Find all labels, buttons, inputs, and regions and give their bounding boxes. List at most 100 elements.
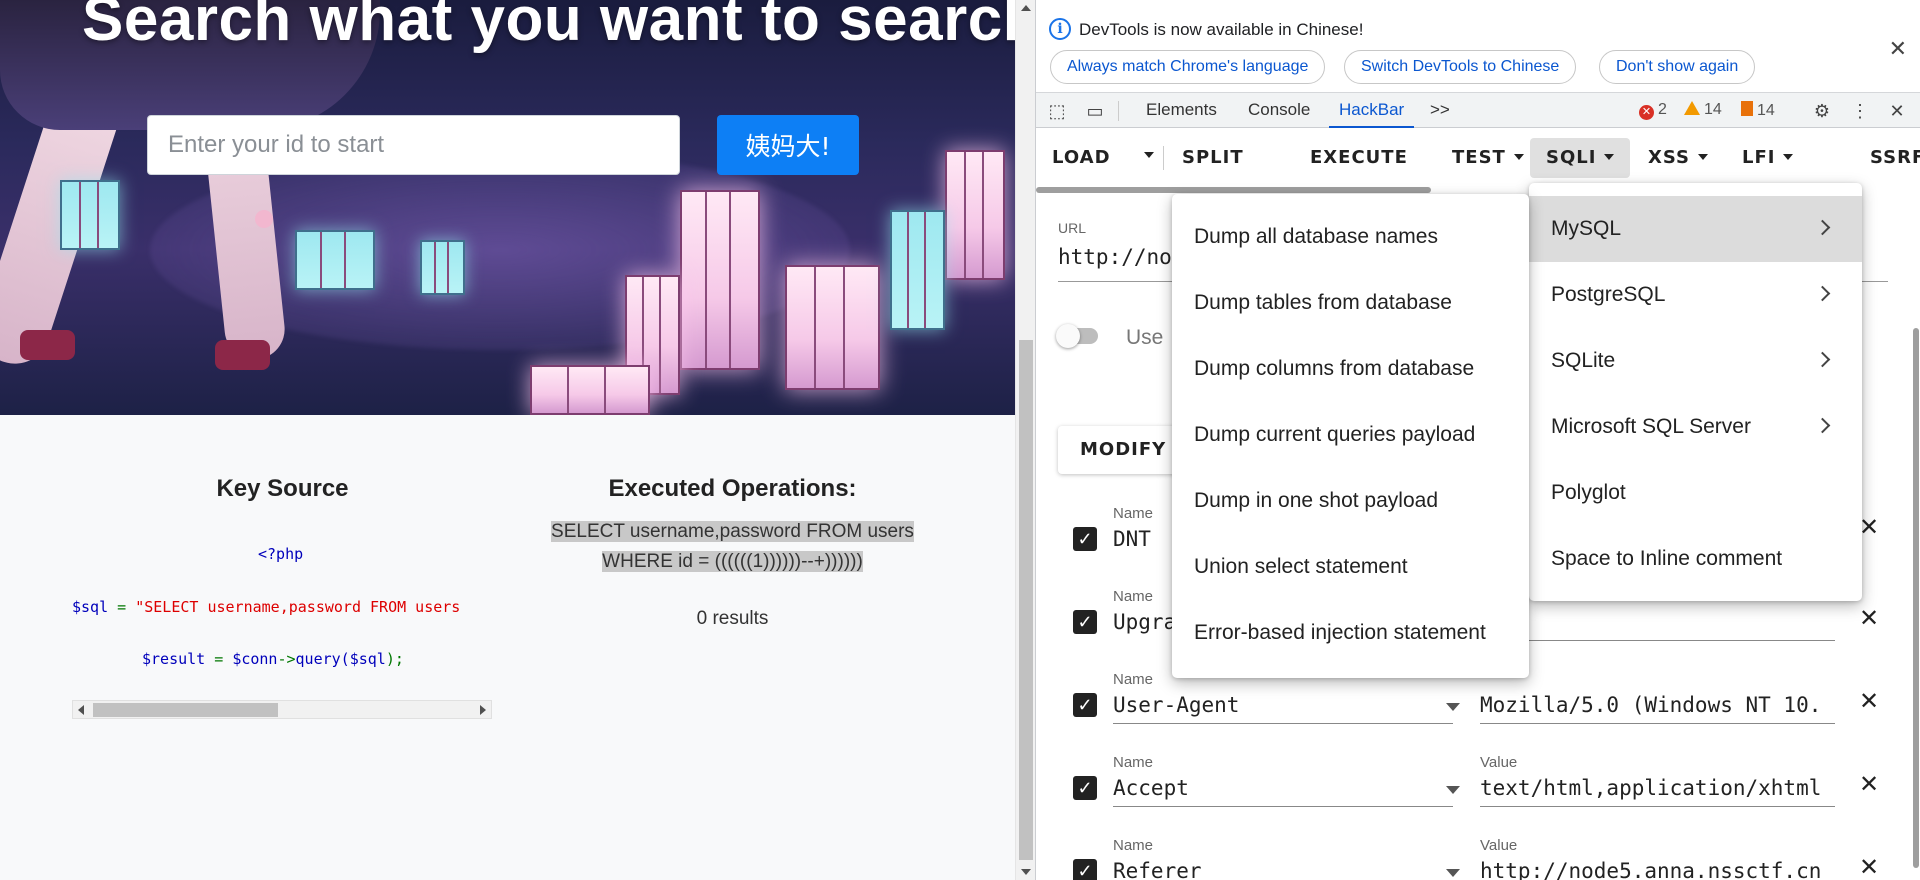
- kebab-menu-icon[interactable]: ⋮: [1849, 100, 1871, 122]
- menu-item-dump-database-names[interactable]: Dump all database names: [1172, 204, 1529, 270]
- menu-item-dump-one-shot[interactable]: Dump in one shot payload: [1172, 468, 1529, 534]
- header-row: ✓ Name Referer Value http://node5.anna.n…: [1036, 825, 1920, 880]
- gear-icon[interactable]: ⚙: [1811, 100, 1833, 122]
- switch-to-chinese-button[interactable]: Switch DevTools to Chinese: [1344, 50, 1577, 84]
- issue-icon: [1741, 101, 1753, 116]
- chevron-down-icon: [1604, 154, 1615, 160]
- tab-hackbar[interactable]: HackBar: [1329, 93, 1415, 128]
- language-infobar: i DevTools is now available in Chinese! …: [1036, 0, 1920, 92]
- issue-count[interactable]: 14: [1741, 101, 1775, 120]
- menu-item-polyglot[interactable]: Polyglot: [1529, 460, 1862, 526]
- info-icon: i: [1049, 18, 1071, 40]
- chevron-right-icon: [1814, 351, 1831, 368]
- menu-item-sqlite[interactable]: SQLite: [1529, 328, 1862, 394]
- scroll-left-icon[interactable]: [78, 705, 84, 715]
- header-name-field[interactable]: Accept: [1113, 776, 1189, 800]
- chevron-down-icon: [1698, 154, 1708, 160]
- menu-item-dump-tables[interactable]: Dump tables from database: [1172, 270, 1529, 336]
- toggle-label: Use: [1126, 326, 1164, 349]
- scroll-thumb[interactable]: [1019, 340, 1033, 860]
- header-value-field[interactable]: Mozilla/5.0 (Windows NT 10.: [1480, 693, 1835, 717]
- chevron-down-icon[interactable]: [1446, 703, 1460, 711]
- hackbar-vertical-scrollbar[interactable]: [1911, 328, 1920, 873]
- search-button[interactable]: 姨妈大!: [717, 115, 859, 175]
- chevron-down-icon: [1513, 154, 1524, 160]
- dont-show-again-button[interactable]: Don't show again: [1599, 50, 1756, 84]
- menu-item-mssql[interactable]: Microsoft SQL Server: [1529, 394, 1862, 460]
- chevron-right-icon: [1814, 417, 1831, 434]
- infobar-message: DevTools is now available in Chinese!: [1079, 20, 1364, 39]
- header-row: ✓ Name Accept Value text/html,applicatio…: [1036, 742, 1920, 812]
- scroll-thumb[interactable]: [93, 703, 278, 717]
- remove-header-icon[interactable]: ✕: [1859, 513, 1879, 542]
- execute-button[interactable]: EXECUTE: [1294, 138, 1424, 178]
- remove-header-icon[interactable]: ✕: [1859, 770, 1879, 799]
- checkbox-checked-icon[interactable]: ✓: [1073, 527, 1097, 551]
- scroll-down-icon[interactable]: [1021, 869, 1031, 875]
- scroll-right-icon[interactable]: [480, 705, 486, 715]
- search-input[interactable]: [147, 115, 680, 175]
- post-data-toggle[interactable]: [1056, 324, 1098, 348]
- code-horizontal-scrollbar[interactable]: [72, 700, 492, 719]
- menu-item-space-to-inline-comment[interactable]: Space to Inline comment: [1529, 526, 1862, 592]
- mysql-submenu: Dump all database names Dump tables from…: [1172, 194, 1529, 678]
- page-vertical-scrollbar[interactable]: [1015, 0, 1035, 880]
- chevron-down-icon[interactable]: [1446, 869, 1460, 877]
- checkbox-checked-icon[interactable]: ✓: [1073, 776, 1097, 800]
- scroll-thumb[interactable]: [1913, 328, 1919, 868]
- close-icon[interactable]: ✕: [1889, 36, 1907, 62]
- close-devtools-icon[interactable]: ✕: [1886, 100, 1908, 122]
- menu-item-error-based[interactable]: Error-based injection statement: [1172, 600, 1529, 666]
- sqli-menu-button[interactable]: SQLI: [1530, 138, 1631, 178]
- test-menu-button[interactable]: TEST: [1436, 138, 1540, 178]
- tab-console[interactable]: Console: [1248, 93, 1310, 128]
- device-toolbar-icon[interactable]: ▭: [1084, 100, 1106, 122]
- header-name-field[interactable]: DNT: [1113, 527, 1151, 551]
- ssrf-menu-button[interactable]: SSRF: [1854, 138, 1920, 178]
- checkbox-checked-icon[interactable]: ✓: [1073, 859, 1097, 880]
- header-value-field[interactable]: http://node5.anna.nssctf.cn: [1480, 859, 1835, 880]
- hero-banner: Search what you want to search 姨妈大!: [0, 0, 1015, 415]
- warning-icon: [1684, 101, 1700, 115]
- load-button[interactable]: LOAD: [1036, 138, 1127, 178]
- hackbar-toolbar: LOAD SPLIT EXECUTE TEST SQLI XSS LFI SSR…: [1036, 128, 1920, 188]
- menu-item-dump-columns[interactable]: Dump columns from database: [1172, 336, 1529, 402]
- chevron-down-icon: [1783, 154, 1794, 160]
- url-label: URL: [1058, 220, 1087, 236]
- toggle-knob[interactable]: [1056, 324, 1080, 348]
- menu-item-union-select[interactable]: Union select statement: [1172, 534, 1529, 600]
- remove-header-icon[interactable]: ✕: [1859, 687, 1879, 716]
- menu-item-dump-current-queries[interactable]: Dump current queries payload: [1172, 402, 1529, 468]
- always-match-language-button[interactable]: Always match Chrome's language: [1050, 50, 1326, 84]
- executed-sql-line2: WHERE id = ((((((1))))))--+)))))): [602, 551, 863, 572]
- checkbox-checked-icon[interactable]: ✓: [1073, 610, 1097, 634]
- executed-sql-line1: SELECT username,password FROM users: [551, 521, 914, 542]
- more-tabs-icon[interactable]: >>: [1430, 93, 1450, 128]
- load-options-icon[interactable]: [1144, 152, 1154, 158]
- menu-item-mysql[interactable]: MySQL: [1529, 196, 1862, 262]
- header-name-field[interactable]: Referer: [1113, 859, 1202, 880]
- scroll-up-icon[interactable]: [1021, 5, 1031, 11]
- tab-elements[interactable]: Elements: [1146, 93, 1217, 128]
- web-page: Search what you want to search 姨妈大! Key …: [0, 0, 1015, 880]
- inspect-element-icon[interactable]: ⬚: [1046, 100, 1068, 122]
- lfi-menu-button[interactable]: LFI: [1726, 138, 1809, 178]
- warning-count[interactable]: 14: [1684, 101, 1722, 119]
- menu-item-postgresql[interactable]: PostgreSQL: [1529, 262, 1862, 328]
- chevron-down-icon[interactable]: [1446, 786, 1460, 794]
- devtools-tabbar: ⬚ ▭ Elements Console HackBar >> ✕ 2 14 14…: [1036, 92, 1920, 128]
- header-name-field[interactable]: User-Agent: [1113, 693, 1239, 717]
- remove-header-icon[interactable]: ✕: [1859, 604, 1879, 633]
- header-name-field[interactable]: Upgra: [1113, 610, 1176, 634]
- page-title: Search what you want to search: [82, 0, 1015, 54]
- error-count[interactable]: ✕ 2: [1639, 101, 1667, 120]
- split-button[interactable]: SPLIT: [1166, 138, 1260, 178]
- remove-header-icon[interactable]: ✕: [1859, 853, 1879, 880]
- xss-menu-button[interactable]: XSS: [1632, 138, 1724, 178]
- code-line-php-open: <?php: [258, 545, 304, 563]
- checkbox-checked-icon[interactable]: ✓: [1073, 693, 1097, 717]
- source-code-block: <?php $sql = "SELECT username,password F…: [70, 535, 492, 725]
- header-value-field[interactable]: text/html,application/xhtml: [1480, 776, 1835, 800]
- url-field[interactable]: http://no: [1058, 245, 1172, 269]
- key-source-heading: Key Source: [216, 475, 349, 502]
